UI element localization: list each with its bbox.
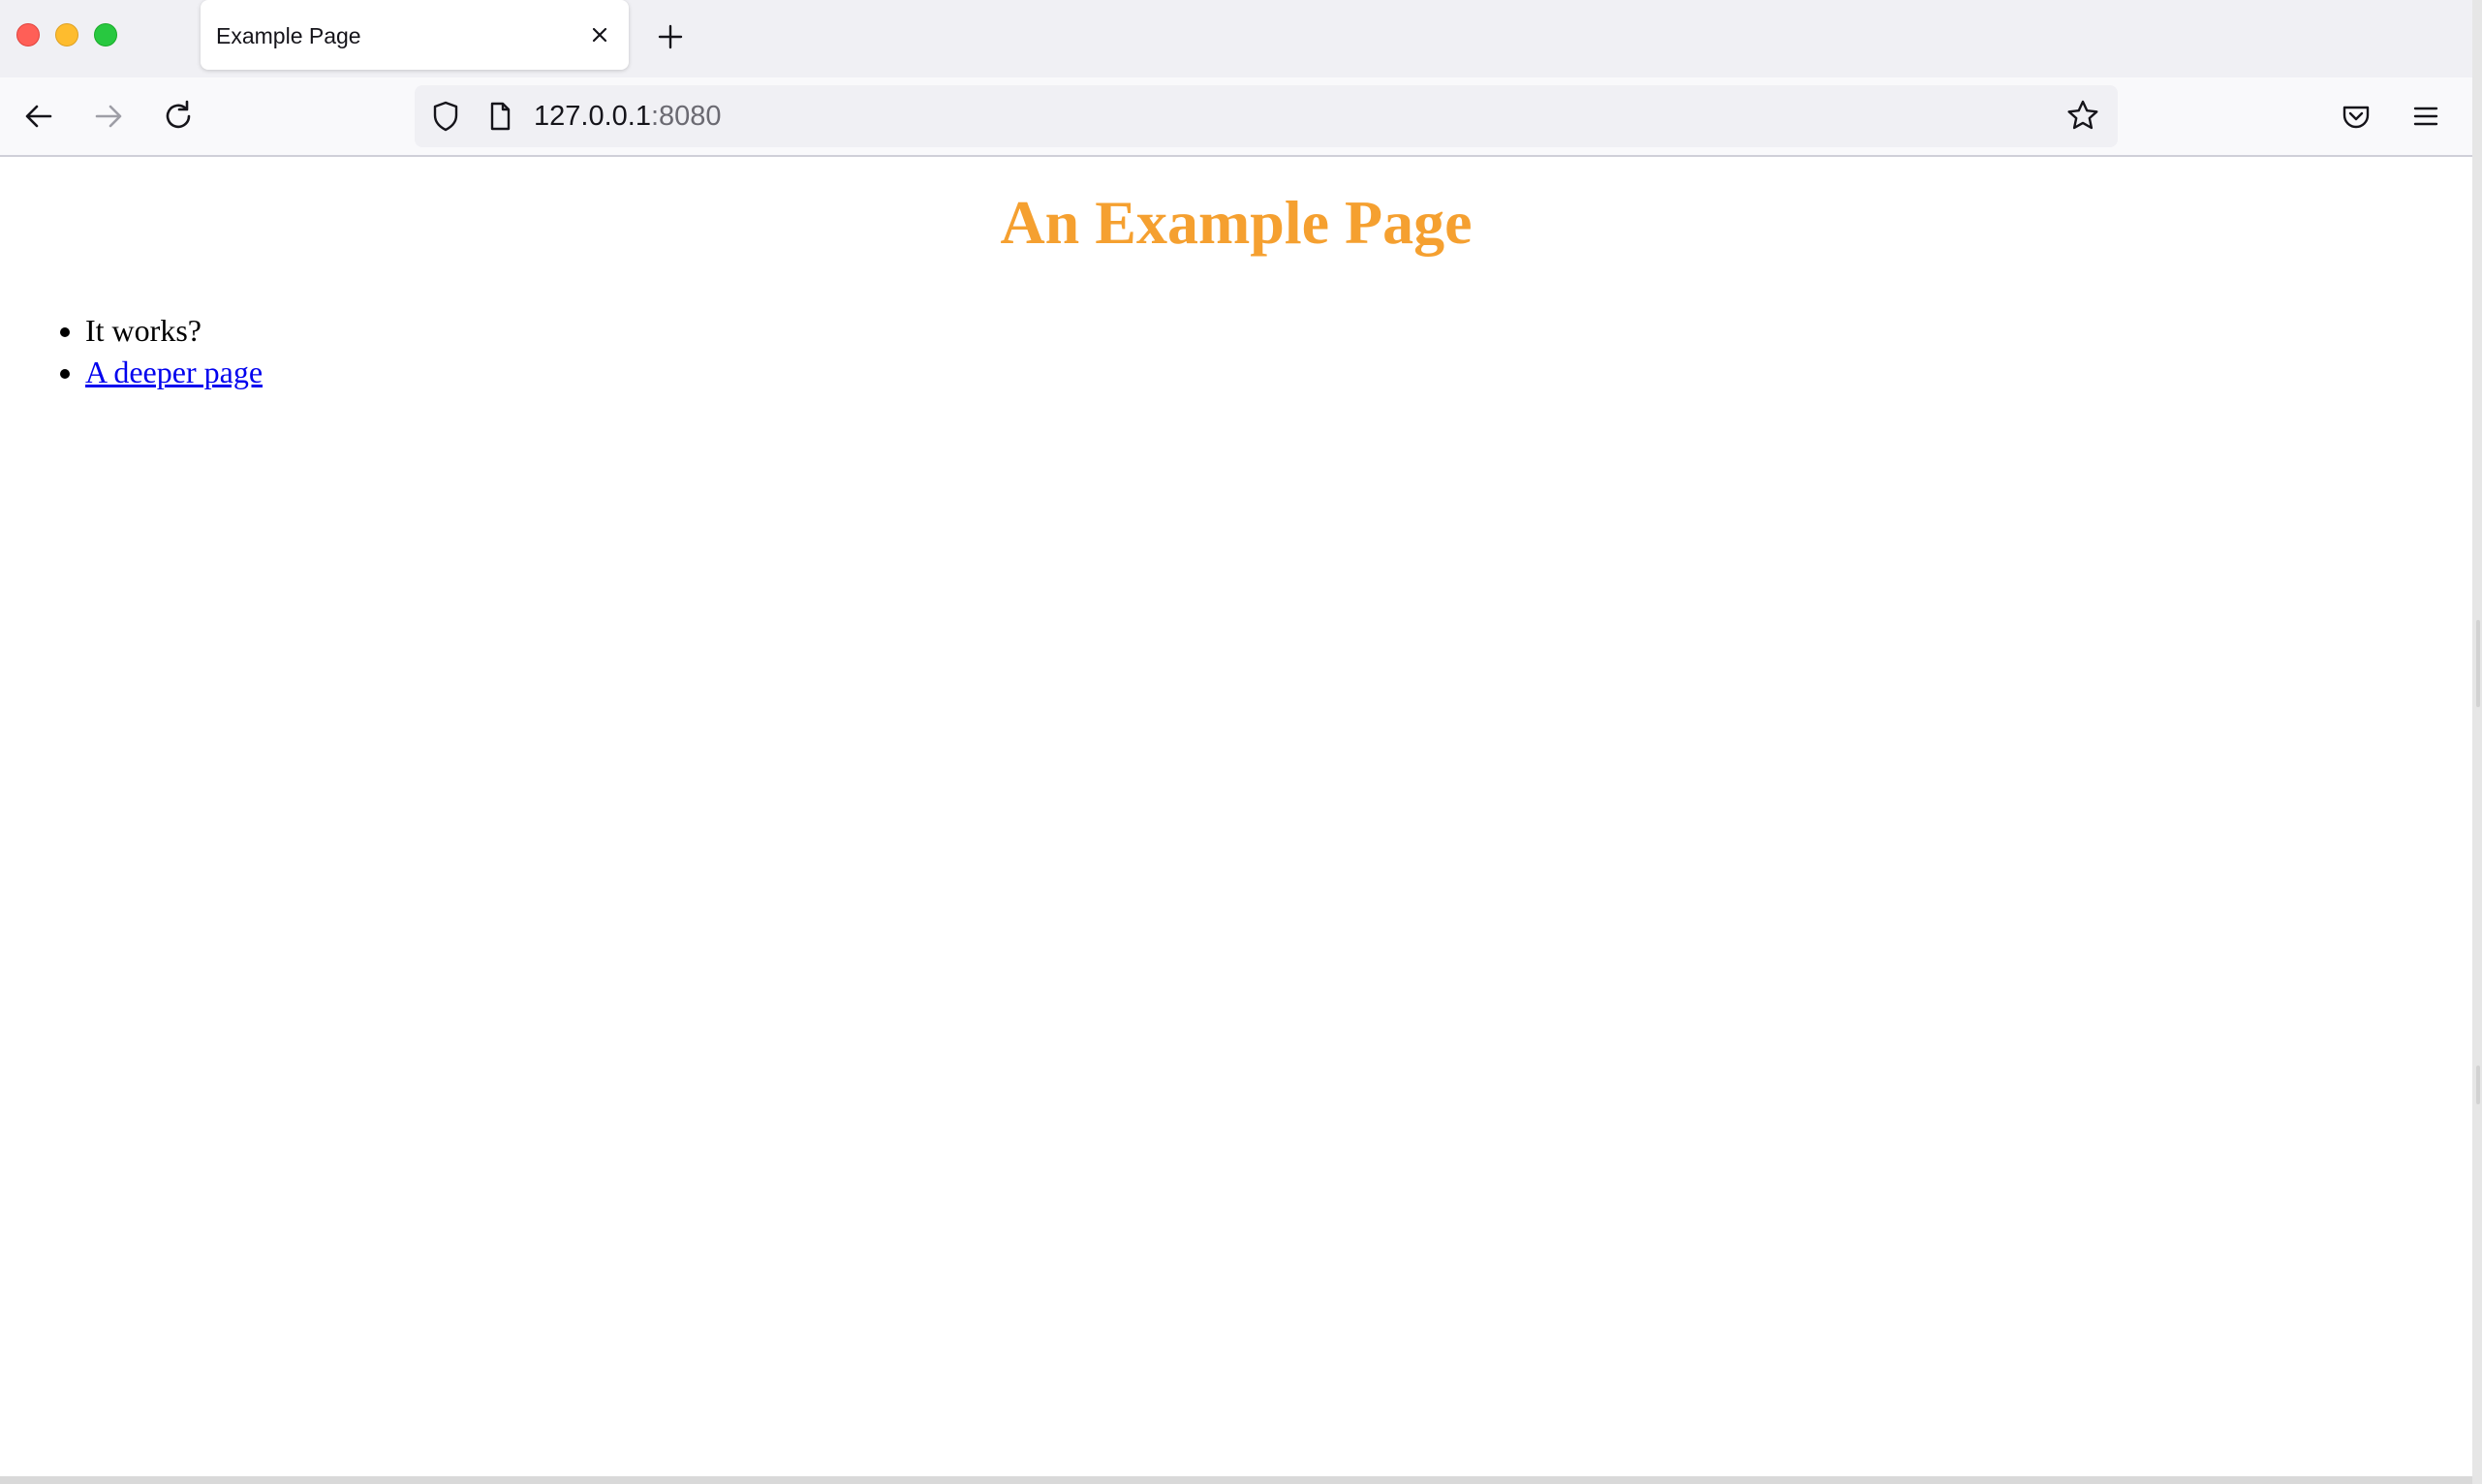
- arrow-left-icon[interactable]: [19, 97, 58, 136]
- page-title: An Example Page: [1000, 188, 1473, 257]
- tab-example-page[interactable]: Example Page: [201, 0, 629, 70]
- pocket-icon[interactable]: [2337, 97, 2375, 136]
- item-list: It works? A deeper page: [45, 310, 263, 393]
- document-icon[interactable]: [481, 97, 519, 136]
- url-port: :8080: [650, 101, 722, 132]
- tab-title: Example Page: [216, 23, 361, 48]
- window-maximize-button[interactable]: [94, 23, 117, 46]
- close-icon[interactable]: [586, 21, 613, 48]
- browser-window: Example Page 127.0.0.1:8080 An Example P…: [0, 0, 2472, 1480]
- star-icon[interactable]: [2063, 97, 2102, 136]
- window-bottom-edge: [0, 1476, 2472, 1484]
- url-text[interactable]: 127.0.0.1:8080: [534, 100, 722, 133]
- navigation-toolbar: 127.0.0.1:8080: [0, 77, 2472, 157]
- list-item: A deeper page: [85, 352, 263, 393]
- window-close-button[interactable]: [16, 23, 40, 46]
- window-edge: [2472, 0, 2482, 1484]
- reload-icon[interactable]: [159, 97, 198, 136]
- edge-handle: [2476, 620, 2480, 707]
- edge-handle: [2476, 1066, 2480, 1104]
- hamburger-menu-icon[interactable]: [2406, 97, 2445, 136]
- list-item-text: It works?: [85, 313, 202, 348]
- deeper-page-link[interactable]: A deeper page: [85, 355, 263, 389]
- plus-icon[interactable]: [653, 19, 688, 54]
- arrow-right-icon[interactable]: [89, 97, 128, 136]
- tab-strip: Example Page: [0, 0, 2472, 77]
- window-minimize-button[interactable]: [55, 23, 78, 46]
- url-host: 127.0.0.1: [534, 101, 651, 132]
- shield-icon[interactable]: [426, 97, 465, 136]
- url-bar[interactable]: 127.0.0.1:8080: [415, 85, 2118, 147]
- page-content: An Example Page It works? A deeper page: [0, 157, 2472, 1476]
- list-item: It works?: [85, 310, 263, 352]
